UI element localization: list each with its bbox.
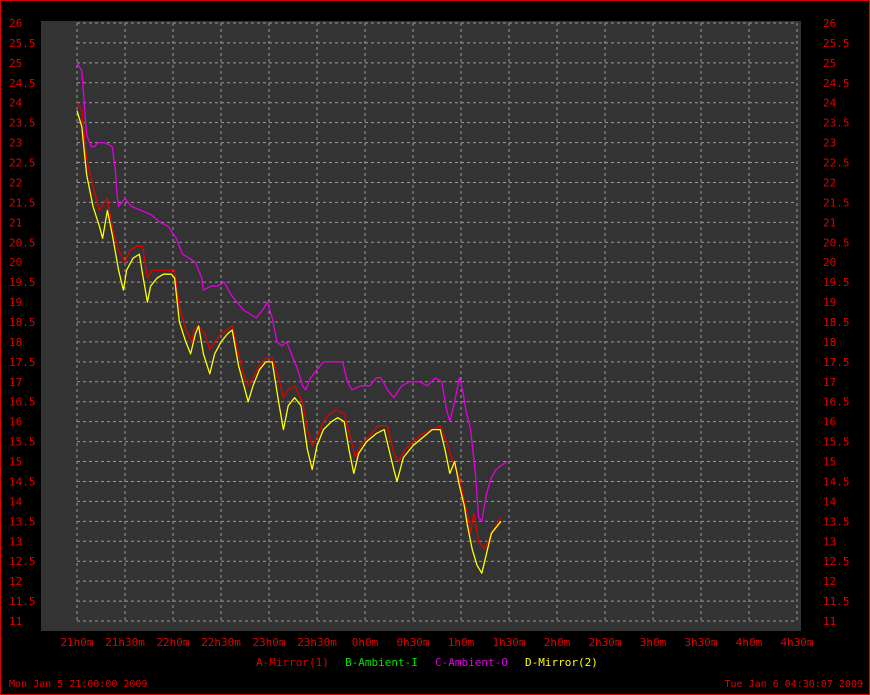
y-tick-label: 14.5 <box>9 475 36 488</box>
y-tick-label-right: 21 <box>823 216 836 229</box>
y-tick-label-right: 22.5 <box>823 157 850 170</box>
end-timestamp: Tue Jan 6 04:30:07 2009 <box>724 679 863 690</box>
x-tick-label: 22h0m <box>156 636 189 649</box>
y-tick-label: 20 <box>9 256 22 269</box>
x-tick-label: 1h30m <box>492 636 525 649</box>
y-tick-label-right: 12.5 <box>823 555 850 568</box>
y-tick-label: 13.5 <box>9 515 36 528</box>
y-tick-label-right: 25.5 <box>823 37 850 50</box>
y-tick-label-right: 17 <box>823 376 836 389</box>
y-tick-label-right: 15.5 <box>823 436 850 449</box>
y-tick-label: 20.5 <box>9 236 36 249</box>
y-tick-label: 25 <box>9 57 22 70</box>
y-tick-label: 24 <box>9 97 23 110</box>
y-tick-label-right: 20.5 <box>823 236 850 249</box>
y-tick-label-right: 16.5 <box>823 396 850 409</box>
legend-entry: A-Mirror(1) <box>256 656 329 669</box>
y-tick-label: 18 <box>9 336 22 349</box>
x-tick-label: 2h30m <box>588 636 621 649</box>
y-tick-label-right: 11.5 <box>823 595 850 608</box>
y-tick-label: 22 <box>9 176 22 189</box>
y-tick-label: 16 <box>9 416 22 429</box>
y-tick-label: 13 <box>9 535 22 548</box>
x-tick-label: 23h0m <box>252 636 285 649</box>
y-tick-label: 12.5 <box>9 555 36 568</box>
y-tick-label-right: 14.5 <box>823 475 850 488</box>
y-tick-label: 24.5 <box>9 77 36 90</box>
y-tick-label-right: 26 <box>823 17 836 30</box>
y-tick-label-right: 24 <box>823 97 837 110</box>
y-tick-label: 26 <box>9 17 22 30</box>
x-tick-label: 21h30m <box>105 636 145 649</box>
x-tick-label: 1h0m <box>448 636 475 649</box>
y-tick-label-right: 25 <box>823 57 836 70</box>
y-tick-label-right: 19.5 <box>823 276 850 289</box>
y-tick-label: 11 <box>9 615 22 628</box>
y-tick-label-right: 20 <box>823 256 836 269</box>
y-tick-label-right: 11 <box>823 615 836 628</box>
y-tick-label-right: 15 <box>823 456 836 469</box>
x-tick-label: 0h30m <box>396 636 429 649</box>
y-tick-label: 16.5 <box>9 396 36 409</box>
y-tick-label-right: 12 <box>823 575 836 588</box>
x-tick-label: 2h0m <box>544 636 571 649</box>
x-tick-label: 22h30m <box>201 636 241 649</box>
y-tick-label-right: 22 <box>823 176 836 189</box>
y-tick-label: 17 <box>9 376 22 389</box>
y-tick-label-right: 19 <box>823 296 836 309</box>
y-tick-label: 14 <box>9 495 23 508</box>
y-tick-label-right: 18 <box>823 336 836 349</box>
y-tick-label: 15 <box>9 456 22 469</box>
y-tick-label-right: 24.5 <box>823 77 850 90</box>
x-tick-label: 3h30m <box>684 636 717 649</box>
y-tick-label: 21 <box>9 216 22 229</box>
x-tick-label: 23h30m <box>297 636 337 649</box>
chart-window: 11 11.5 12 12.5 13 13.5 14 14.5 15 15.5 16 16.5 17 17… <box>0 0 870 695</box>
y-tick-label: 11.5 <box>9 595 36 608</box>
y-tick-label: 17.5 <box>9 356 36 369</box>
y-tick-label-right: 16 <box>823 416 836 429</box>
y-tick-label: 22.5 <box>9 157 36 170</box>
x-tick-label: 3h0m <box>640 636 667 649</box>
y-tick-label: 25.5 <box>9 37 36 50</box>
legend-entry: D-Mirror(2) <box>525 656 598 669</box>
start-timestamp: Mon Jan 5 21:00:00 2009 <box>9 679 148 690</box>
y-tick-label: 23 <box>9 137 22 150</box>
y-tick-label-right: 13 <box>823 535 836 548</box>
y-tick-label: 21.5 <box>9 196 36 209</box>
y-tick-label-right: 21.5 <box>823 196 850 209</box>
x-tick-label: 21h0m <box>60 636 93 649</box>
temperature-chart: 11 11.5 12 12.5 13 13.5 14 14.5 15 15.5 16 16.5 17 17… <box>1 1 869 694</box>
y-tick-label-right: 13.5 <box>823 515 850 528</box>
y-tick-label-right: 18.5 <box>823 316 850 329</box>
y-tick-label-right: 14 <box>823 495 837 508</box>
y-tick-label-right: 17.5 <box>823 356 850 369</box>
y-tick-label: 23.5 <box>9 117 36 130</box>
y-tick-label: 12 <box>9 575 22 588</box>
x-tick-label: 4h0m <box>736 636 763 649</box>
y-tick-label: 19.5 <box>9 276 36 289</box>
x-tick-label: 4h30m <box>780 636 813 649</box>
plot-area <box>41 21 801 631</box>
y-tick-label: 18.5 <box>9 316 36 329</box>
y-tick-label-right: 23 <box>823 137 836 150</box>
x-tick-label: 0h0m <box>352 636 379 649</box>
y-tick-label: 19 <box>9 296 22 309</box>
y-tick-label: 15.5 <box>9 436 36 449</box>
legend-entry: B-Ambient-I <box>345 656 418 669</box>
y-tick-label-right: 23.5 <box>823 117 850 130</box>
legend-entry: C-Ambient-O <box>435 656 508 669</box>
